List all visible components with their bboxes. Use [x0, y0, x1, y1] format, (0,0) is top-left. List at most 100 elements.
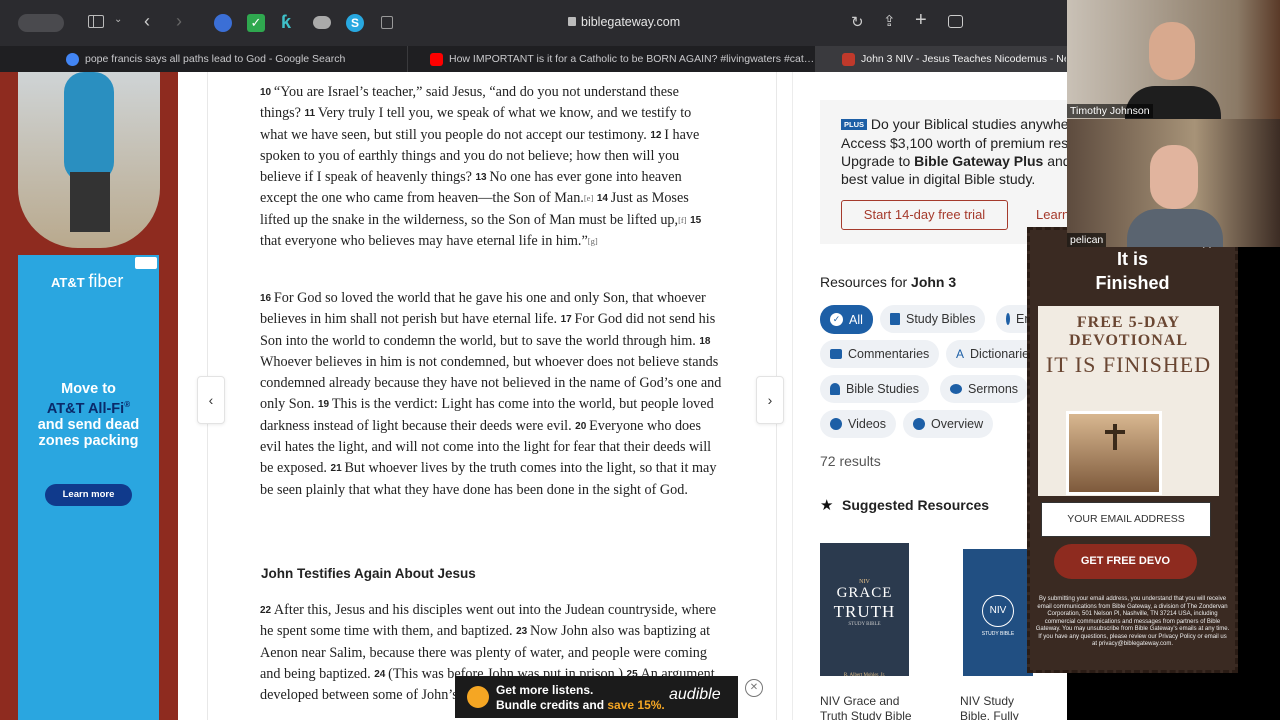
- globe-icon: [1006, 313, 1010, 325]
- new-tab-icon[interactable]: +: [915, 9, 927, 32]
- bible-icon: [890, 313, 900, 325]
- chip-commentaries[interactable]: Commentaries: [820, 340, 940, 368]
- start-trial-button[interactable]: Start 14-day free trial: [841, 200, 1008, 230]
- previous-chapter-button[interactable]: ‹: [197, 376, 225, 424]
- att-fiber-ad[interactable]: AT&T fiber Move to AT&T All-Fi® and send…: [18, 255, 159, 720]
- plus-badge: PLUS: [841, 119, 868, 131]
- verse-number: 12: [650, 129, 665, 141]
- ad-choices-icon[interactable]: [135, 257, 157, 269]
- chip-all[interactable]: ✓ All: [820, 305, 873, 334]
- tab-title: How IMPORTANT is it for a Catholic to be…: [449, 53, 815, 65]
- web-page: AT&T fiber Move to AT&T All-Fi® and send…: [0, 72, 1067, 720]
- passage-paragraph-2: 16 For God so loved the world that he ga…: [260, 288, 722, 501]
- next-chapter-button[interactable]: ›: [756, 376, 784, 424]
- chevron-down-icon[interactable]: ⌄: [114, 14, 122, 25]
- book-cover-grace-truth[interactable]: NIV GRACE TRUTH STUDY BIBLE R. Albert Mo…: [820, 543, 909, 678]
- audible-logo: audible: [669, 686, 721, 703]
- compass-icon: [913, 418, 925, 430]
- google-icon: [66, 52, 79, 66]
- comment-icon: [830, 349, 842, 359]
- verse-number: 14: [596, 193, 611, 205]
- bible-gateway-icon: [842, 52, 855, 66]
- tab-google-search[interactable]: pope francis says all paths lead to God …: [0, 46, 408, 72]
- att-ad-headline: Move to AT&T All-Fi® and send dead zones…: [18, 381, 159, 449]
- forward-icon[interactable]: ›: [176, 11, 182, 32]
- ad-line-1: Move to: [61, 381, 116, 397]
- verse-number: 23: [516, 626, 531, 638]
- ad-line-2: AT&T All-Fi®: [46, 400, 131, 417]
- ad-line-1: Get more listens.: [496, 683, 594, 697]
- people-icon: [830, 383, 840, 395]
- audible-ad[interactable]: Get more listens. Bundle credits and sav…: [455, 676, 738, 718]
- extension-icon-2[interactable]: ✓: [247, 14, 265, 32]
- extension-icon-3[interactable]: ƙ: [281, 12, 291, 33]
- star-icon: ★: [820, 497, 834, 514]
- popup-legal-text: By submitting your email address, you un…: [1035, 596, 1230, 647]
- tab-title: John 3 NIV - Jesus Teaches Nicodemus - N…: [861, 53, 1067, 65]
- book-title[interactable]: NIV Grace and Truth Study Bible: [820, 694, 920, 720]
- footnote-link[interactable]: [g]: [588, 236, 598, 246]
- close-ad-icon[interactable]: ✕: [745, 679, 763, 697]
- resources-heading: Resources for John 3: [820, 274, 957, 290]
- verse-text: Very truly I tell you, we speak of what …: [260, 105, 692, 143]
- footnote-link[interactable]: [e]: [584, 193, 593, 203]
- verse-text: that everyone who believes may have eter…: [260, 233, 588, 250]
- reader-icon[interactable]: [381, 16, 393, 29]
- devotional-popup: ✕ It isFinished FREE 5-DAY DEVOTIONAL IT…: [1027, 227, 1238, 673]
- check-icon: ✓: [830, 313, 843, 326]
- chip-overview[interactable]: Overview: [903, 410, 994, 438]
- verse-number: 19: [317, 399, 332, 411]
- participant-name: Timothy Johnson: [1067, 104, 1153, 118]
- extension-icon-4[interactable]: [313, 16, 331, 29]
- email-input[interactable]: YOUR EMAIL ADDRESS: [1041, 502, 1211, 537]
- youtube-icon: [430, 52, 443, 66]
- sidebar-toggle-icon[interactable]: [88, 15, 104, 28]
- speaker-icon: [950, 384, 962, 394]
- tab-overview-icon[interactable]: [948, 15, 963, 28]
- learn-more-link[interactable]: Learn more: [1036, 207, 1067, 222]
- chip-bible-studies[interactable]: Bible Studies: [820, 375, 929, 403]
- learn-more-button[interactable]: Learn more: [45, 484, 132, 506]
- verse-number: 15: [690, 214, 702, 226]
- tab-youtube-video[interactable]: How IMPORTANT is it for a Catholic to be…: [408, 46, 816, 72]
- address-bar[interactable]: biblegateway.com: [581, 15, 680, 29]
- extension-icon-5[interactable]: S: [346, 14, 364, 32]
- att-fiber-logo: AT&T fiber: [51, 271, 124, 291]
- chip-study-bibles[interactable]: Study Bibles: [880, 305, 986, 333]
- play-icon: [830, 418, 842, 430]
- footnote-link[interactable]: [f]: [678, 215, 687, 225]
- window-controls[interactable]: [18, 14, 64, 32]
- verse-number: 16: [260, 293, 274, 304]
- verse-number: 17: [560, 314, 575, 326]
- lock-icon: [568, 17, 576, 26]
- plus-bold: Bible Gateway Plus: [914, 153, 1044, 170]
- book-cover-niv-study[interactable]: NIV STUDY BIBLE: [963, 549, 1033, 676]
- verse-number: 18: [699, 335, 711, 347]
- verse-number: 24: [374, 668, 389, 680]
- popup-title: It is Finished: [1095, 249, 1170, 293]
- audible-badge-icon: [467, 686, 489, 708]
- ad-line-4: zones packing: [38, 432, 139, 449]
- share-icon[interactable]: ⇪: [883, 12, 896, 30]
- runner-ad-image[interactable]: [18, 72, 160, 248]
- ad-line-3: and send dead: [37, 416, 140, 433]
- tab-bar: pope francis says all paths lead to God …: [0, 46, 1067, 72]
- book-title[interactable]: NIV Study Bible, Fully Revised Edition: [960, 694, 1030, 720]
- back-icon[interactable]: ‹: [144, 11, 150, 32]
- get-free-devo-button[interactable]: GET FREE DEVO: [1054, 544, 1197, 579]
- video-feed-top: [1067, 0, 1280, 119]
- tab-bible-gateway[interactable]: John 3 NIV - Jesus Teaches Nicodemus - N…: [816, 46, 1067, 72]
- verse-number: 20: [575, 420, 590, 432]
- verse-number: 21: [330, 463, 345, 475]
- passage-paragraph-1: 10 “You are Israel’s teacher,” said Jesu…: [260, 82, 722, 252]
- verse-number: 11: [304, 108, 318, 120]
- reload-icon[interactable]: ↻: [851, 13, 864, 31]
- extension-icon-1[interactable]: [214, 14, 232, 32]
- plus-promo: PLUS Do your Biblical studies anywhere! …: [820, 100, 1067, 244]
- results-count: 72 results: [820, 453, 881, 469]
- chip-videos[interactable]: Videos: [820, 410, 896, 438]
- video-feed-bottom: [1067, 119, 1280, 247]
- devotional-image: FREE 5-DAY DEVOTIONAL IT IS FINISHED: [1038, 306, 1219, 496]
- chip-sermons[interactable]: Sermons: [940, 375, 1029, 403]
- verse-number: 13: [475, 172, 490, 184]
